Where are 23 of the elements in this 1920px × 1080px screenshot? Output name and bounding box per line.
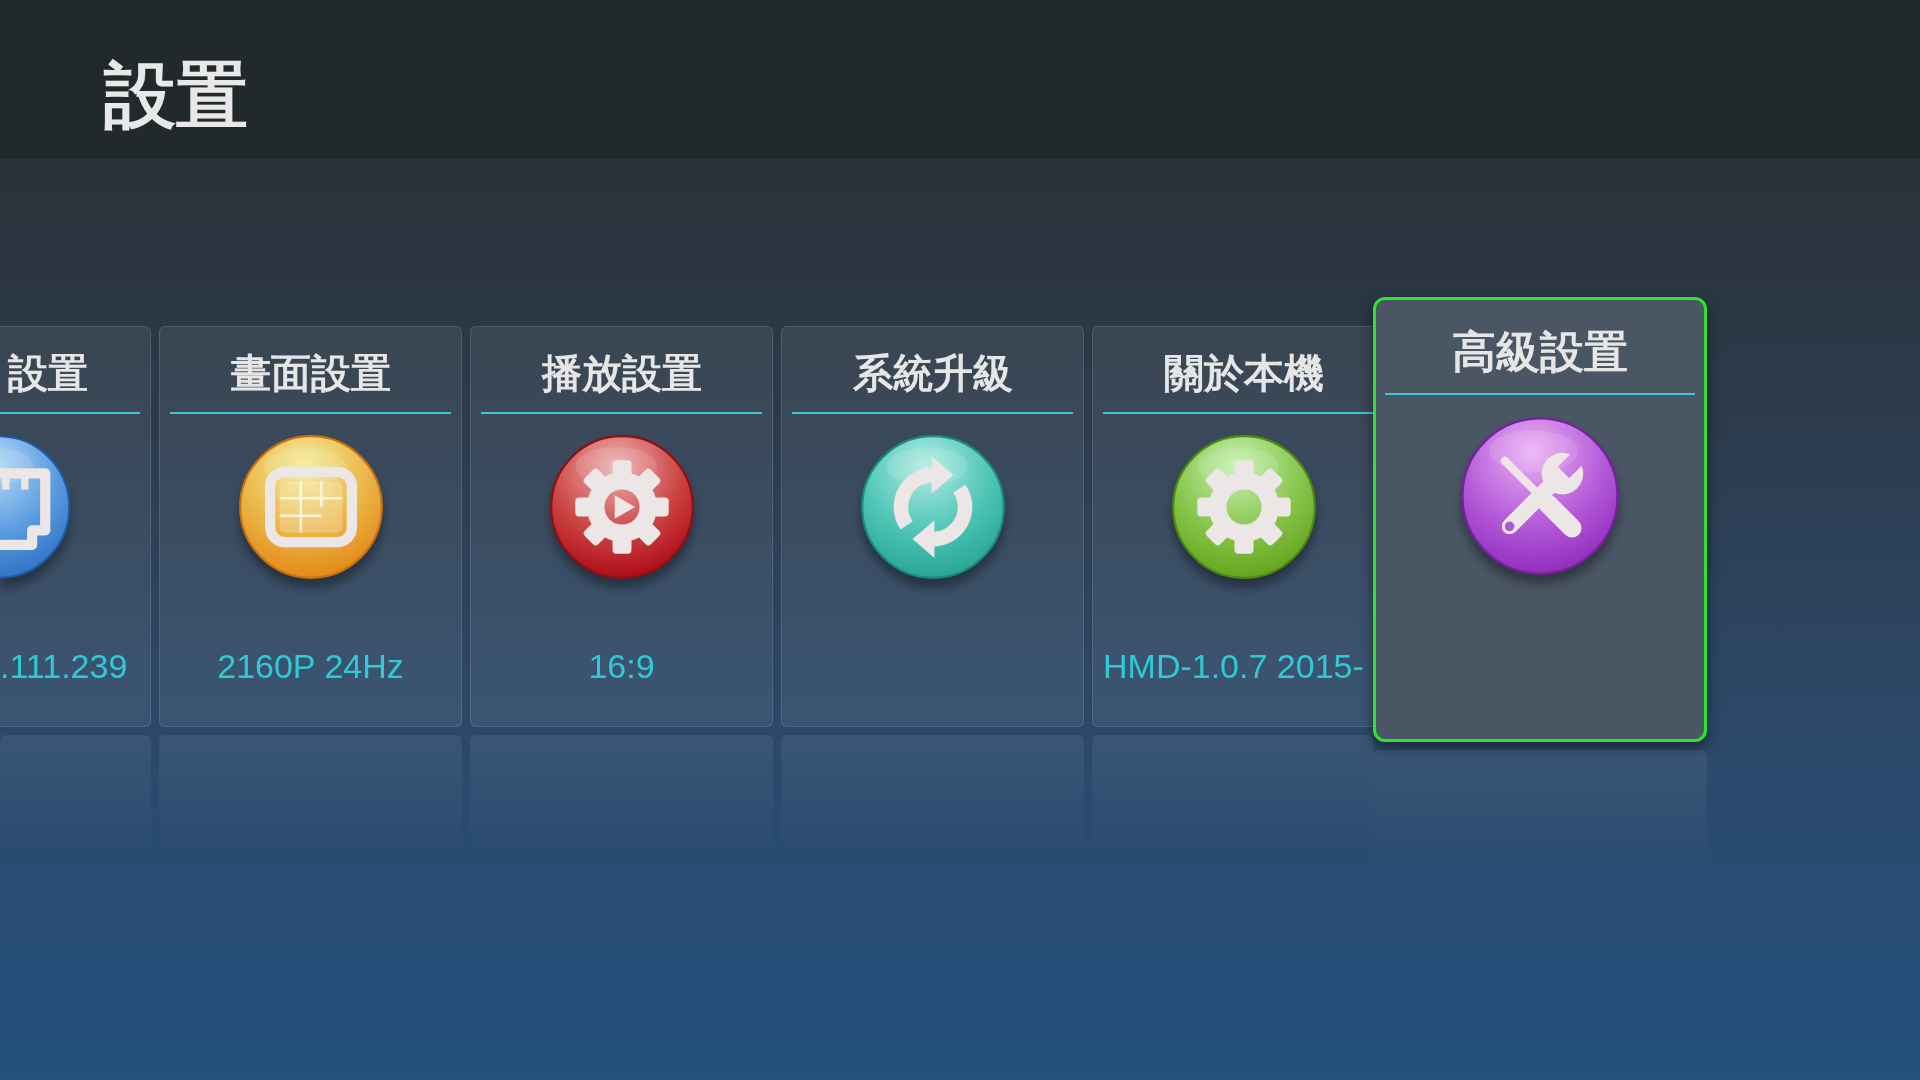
tools-icon bbox=[1460, 416, 1620, 576]
tile-title: 播放設置 bbox=[541, 349, 702, 398]
page-title: 設置 bbox=[104, 55, 248, 135]
tile-value: 2160P 24Hz bbox=[217, 646, 404, 687]
settings-tile[interactable]: 設置 .111.239 bbox=[0, 326, 151, 727]
tile-title: 高級設置 bbox=[1452, 325, 1628, 379]
tile-value: HMD-1.0.7 2015- bbox=[1103, 646, 1364, 687]
tile-value: 16:9 bbox=[588, 646, 655, 687]
sync-arrows-icon bbox=[859, 434, 1006, 580]
tile-title: 關於本機 bbox=[1164, 349, 1324, 398]
settings-tile[interactable]: 播放設置 16:9 bbox=[470, 326, 773, 727]
settings-tile[interactable]: 畫面設置 2160P 24Hz bbox=[159, 326, 462, 727]
settings-tile[interactable]: 系統升級 bbox=[781, 326, 1084, 727]
tile-title: 設置 bbox=[8, 349, 88, 398]
gear-icon bbox=[1171, 434, 1317, 580]
gear-play-icon bbox=[548, 434, 695, 580]
settings-tile[interactable]: 關於本機 HMD-1.0.7 2015- bbox=[1092, 326, 1373, 727]
ethernet-port-icon bbox=[0, 434, 72, 580]
tile-title: 畫面設置 bbox=[230, 349, 391, 398]
tile-title: 系統升級 bbox=[852, 349, 1013, 398]
screen-icon bbox=[237, 434, 384, 580]
settings-tile[interactable]: 高級設置 bbox=[1373, 297, 1707, 742]
tile-value: .111.239 bbox=[0, 646, 128, 687]
